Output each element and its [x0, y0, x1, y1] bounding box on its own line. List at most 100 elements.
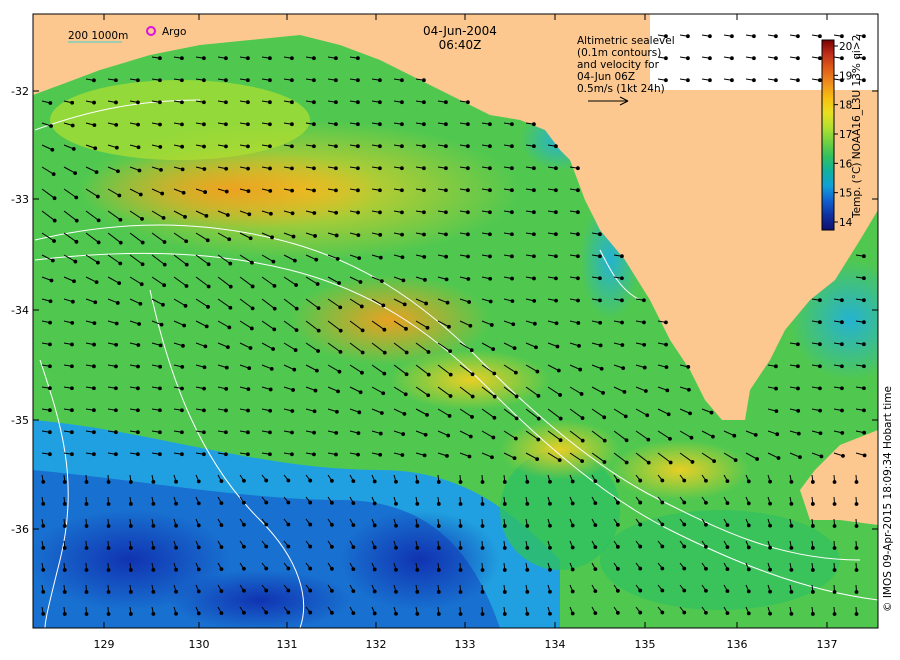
velocity-arrow-head — [774, 364, 778, 369]
velocity-arrow-head — [480, 546, 485, 550]
velocity-arrow-head — [92, 364, 96, 369]
velocity-arrow-head — [730, 78, 734, 83]
velocity-arrow-head — [415, 523, 420, 528]
velocity-arrow-head — [601, 391, 605, 395]
velocity-arrow-head — [351, 523, 356, 528]
velocity-arrow-head — [570, 545, 575, 550]
velocity-arrow-head — [158, 430, 162, 435]
velocity-arrow-head — [535, 457, 540, 462]
velocity-arrow-head — [372, 479, 377, 484]
velocity-arrow-head — [466, 188, 470, 193]
velocity-arrow-head — [360, 350, 365, 355]
velocity-arrow-head — [436, 502, 441, 506]
velocity-arrow-head — [768, 611, 772, 616]
velocity-arrow-head — [513, 436, 518, 441]
velocity-arrow-head — [642, 298, 646, 303]
velocity-arrow-head — [41, 501, 46, 506]
velocity-arrow-head — [725, 523, 730, 527]
velocity-arrow-head — [356, 210, 360, 215]
velocity-arrow-head — [96, 240, 101, 245]
velocity-arrow-head — [810, 502, 815, 506]
velocity-arrow-head — [114, 100, 118, 105]
velocity-arrow-head — [106, 568, 111, 572]
velocity-arrow-head — [219, 611, 224, 616]
velocity-arrow-head — [250, 284, 255, 289]
velocity-arrow-head — [620, 298, 624, 303]
velocity-arrow-head — [294, 283, 299, 287]
velocity-arrow-head — [48, 408, 52, 413]
velocity-arrow-head — [444, 254, 449, 259]
velocity-arrow-head — [95, 194, 100, 199]
velocity-arrow-head — [664, 78, 668, 83]
velocity-arrow-head — [249, 326, 254, 331]
velocity-arrow-head — [624, 460, 629, 465]
velocity-arrow-head — [290, 166, 294, 171]
velocity-arrow-head — [689, 435, 694, 440]
velocity-arrow-head — [268, 78, 272, 83]
velocity-arrow-head — [94, 280, 99, 285]
velocity-arrow-head — [180, 365, 185, 369]
velocity-arrow-head — [554, 276, 558, 281]
velocity-arrow-head — [184, 262, 189, 267]
velocity-arrow-head — [404, 326, 408, 331]
velocity-arrow-head — [180, 408, 184, 413]
velocity-arrow-head — [70, 452, 74, 457]
velocity-arrow-head — [615, 588, 620, 593]
velocity-arrow-head — [246, 452, 250, 457]
velocity-arrow-head — [789, 545, 794, 550]
velocity-arrow-head — [334, 210, 339, 215]
velocity-arrow-head — [638, 588, 643, 593]
velocity-arrow-head — [448, 372, 453, 377]
lat-tick-label: -36 — [11, 523, 29, 536]
velocity-arrow-head — [686, 364, 691, 369]
velocity-arrow-head — [204, 324, 209, 329]
velocity-arrow-head — [248, 236, 253, 241]
velocity-arrow-head — [224, 408, 228, 413]
velocity-arrow-head — [400, 122, 404, 127]
velocity-arrow-head — [174, 567, 178, 572]
velocity-arrow-head — [854, 568, 859, 572]
velocity-arrow-head — [181, 343, 185, 348]
velocity-arrow-head — [73, 259, 78, 264]
velocity-arrow-head — [356, 78, 360, 83]
velocity-arrow-head — [205, 238, 210, 243]
velocity-arrow-head — [356, 144, 360, 149]
velocity-arrow-head — [422, 255, 427, 259]
lat-tick-label: -34 — [11, 304, 29, 317]
velocity-arrow-head — [290, 409, 295, 413]
velocity-arrow-head — [512, 456, 517, 461]
velocity-arrow-head — [290, 100, 294, 105]
velocity-arrow-head — [570, 479, 575, 484]
velocity-arrow-head — [492, 371, 497, 376]
velocity-arrow-head — [248, 346, 253, 350]
velocity-arrow-head — [810, 524, 815, 528]
velocity-arrow-head — [162, 283, 167, 288]
velocity-arrow-head — [818, 34, 822, 39]
velocity-arrow-head — [458, 612, 463, 616]
velocity-arrow-head — [128, 590, 133, 594]
velocity-arrow-head — [548, 611, 552, 616]
velocity-arrow-head — [118, 217, 123, 222]
velocity-arrow-head — [660, 566, 665, 571]
velocity-arrow-head — [725, 567, 730, 571]
velocity-arrow-head — [117, 281, 122, 286]
velocity-arrow-head — [502, 546, 507, 550]
velocity-arrow-head — [314, 368, 319, 373]
velocity-arrow-head — [774, 34, 778, 39]
velocity-arrow-head — [576, 210, 580, 215]
velocity-arrow-head — [512, 346, 517, 351]
velocity-arrow-head — [312, 409, 317, 414]
velocity-arrow-head — [704, 478, 708, 483]
velocity-arrow-head — [400, 144, 404, 149]
velocity-arrow-head — [202, 56, 206, 61]
velocity-arrow-head — [334, 233, 339, 238]
velocity-arrow-head — [268, 144, 272, 149]
velocity-arrow-head — [444, 188, 448, 193]
velocity-arrow-head — [312, 188, 316, 193]
velocity-arrow-head — [378, 144, 382, 149]
velocity-arrow-head — [114, 452, 118, 457]
velocity-arrow-head — [378, 122, 382, 127]
velocity-arrow-head — [158, 122, 162, 127]
velocity-arrow-head — [638, 500, 643, 505]
velocity-arrow-head — [246, 166, 250, 171]
